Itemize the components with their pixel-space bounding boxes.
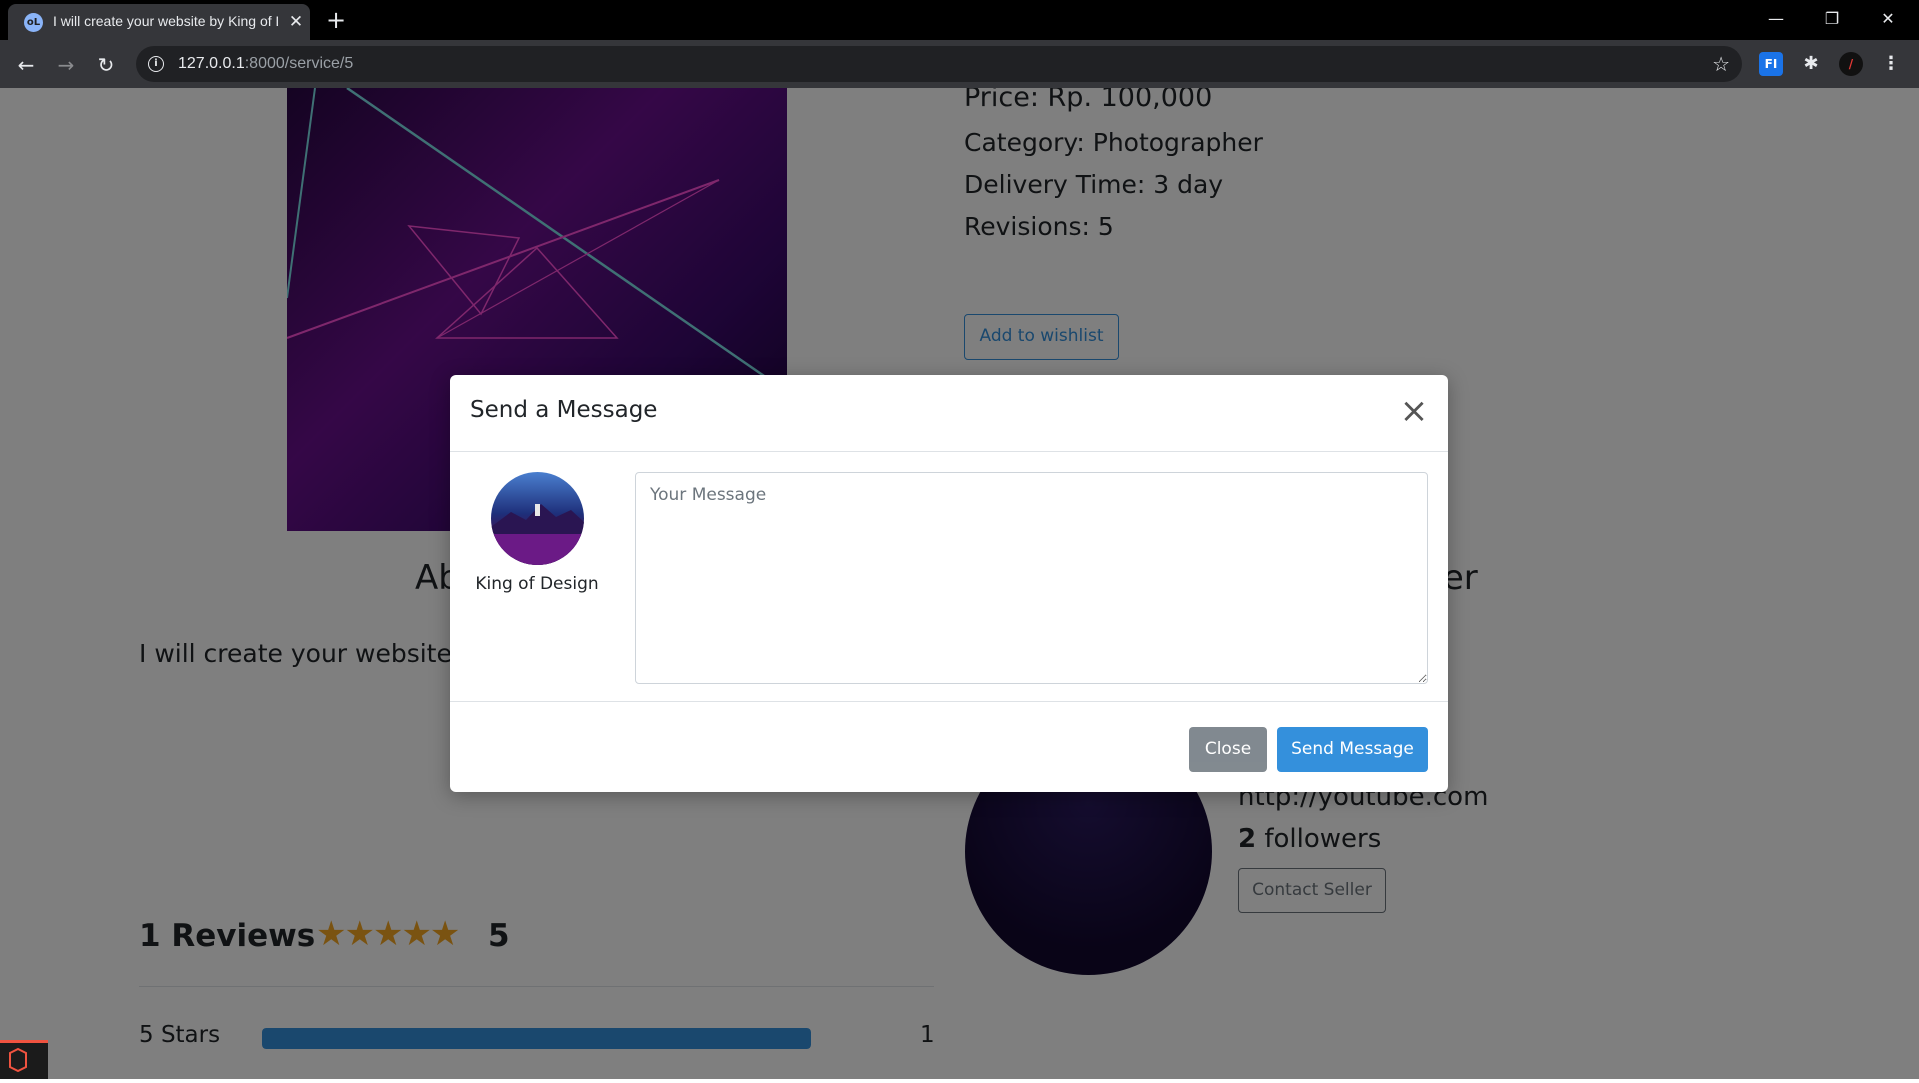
address-bar[interactable]: i 127.0.0.1:8000/service/5 ☆ bbox=[136, 46, 1742, 82]
send-message-modal: Send a Message × King of Design Close Se… bbox=[450, 375, 1448, 792]
tab-title: I will create your website by King of De… bbox=[53, 13, 278, 29]
url-path: :8000/service/5 bbox=[244, 55, 354, 72]
message-textarea[interactable] bbox=[635, 472, 1428, 684]
profile-avatar-icon[interactable]: / bbox=[1839, 52, 1863, 76]
bookmark-star-icon[interactable]: ☆ bbox=[1712, 52, 1730, 76]
browser-tab[interactable]: oL I will create your website by King of… bbox=[8, 4, 310, 40]
browser-toolbar: ← → ↻ i 127.0.0.1:8000/service/5 ☆ FI ✱ … bbox=[0, 40, 1919, 88]
minimize-icon[interactable]: — bbox=[1756, 6, 1796, 32]
favicon-icon: oL bbox=[24, 13, 43, 32]
close-tab-icon[interactable]: ✕ bbox=[286, 12, 306, 32]
reload-icon[interactable]: ↻ bbox=[91, 50, 121, 80]
back-icon[interactable]: ← bbox=[11, 50, 41, 80]
extension-icon[interactable]: FI bbox=[1759, 52, 1783, 76]
modal-title: Send a Message bbox=[470, 397, 658, 423]
laravel-debug-icon[interactable] bbox=[0, 1040, 48, 1079]
recipient-name: King of Design bbox=[475, 574, 599, 594]
url-text: 127.0.0.1:8000/service/5 bbox=[178, 55, 353, 73]
url-host: 127.0.0.1 bbox=[178, 55, 245, 72]
avatar-landscape-graphic bbox=[491, 504, 584, 565]
close-button[interactable]: Close bbox=[1189, 727, 1267, 772]
modal-header: Send a Message × bbox=[450, 375, 1448, 452]
browser-window: oL I will create your website by King of… bbox=[0, 0, 1919, 1079]
puzzle-extensions-icon[interactable]: ✱ bbox=[1799, 52, 1823, 76]
menu-kebab-icon[interactable]: ⋮ bbox=[1879, 52, 1903, 76]
site-info-icon[interactable]: i bbox=[148, 56, 164, 72]
recipient-avatar bbox=[491, 472, 584, 565]
close-window-icon[interactable]: ✕ bbox=[1868, 6, 1908, 32]
modal-close-icon[interactable]: × bbox=[1398, 393, 1430, 429]
forward-icon[interactable]: → bbox=[51, 50, 81, 80]
new-tab-icon[interactable]: + bbox=[322, 7, 350, 35]
tab-strip: oL I will create your website by King of… bbox=[0, 0, 1919, 40]
restore-icon[interactable]: ❐ bbox=[1812, 6, 1852, 32]
laravel-logo-icon bbox=[9, 1047, 27, 1073]
modal-body: King of Design bbox=[450, 452, 1448, 702]
send-message-button[interactable]: Send Message bbox=[1277, 727, 1428, 772]
